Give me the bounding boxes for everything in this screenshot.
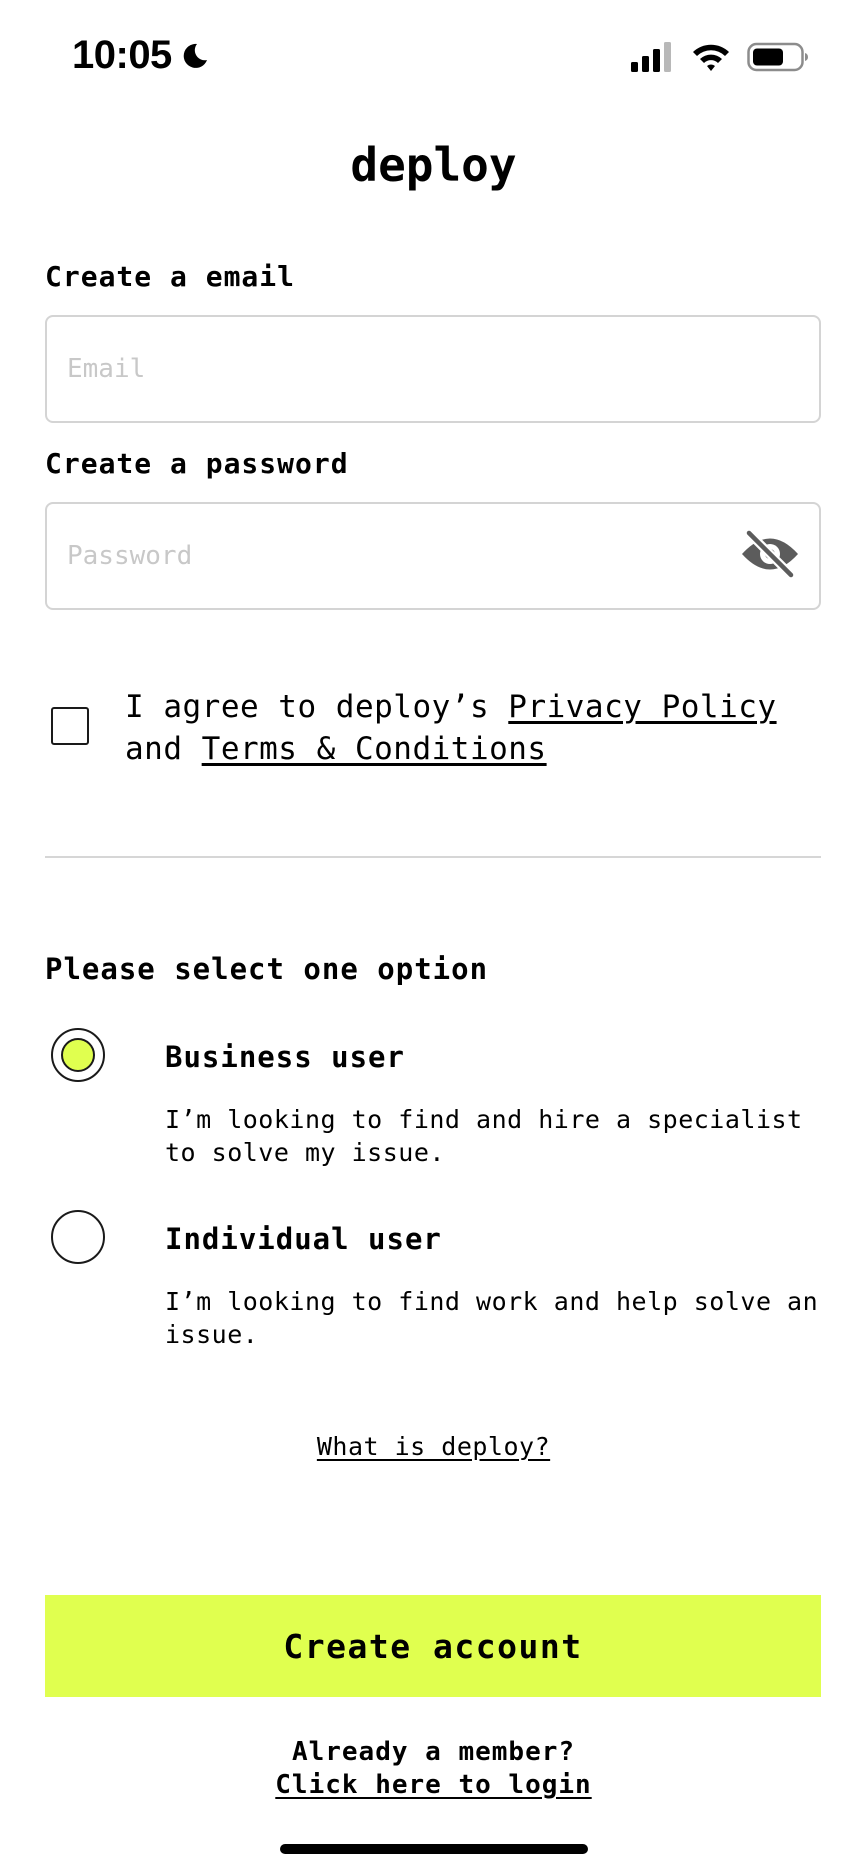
business-user-radio[interactable] [51, 1028, 105, 1082]
business-user-label[interactable]: Business user [165, 1040, 405, 1074]
create-account-button[interactable]: Create account [45, 1595, 821, 1697]
individual-user-label[interactable]: Individual user [165, 1222, 442, 1256]
login-link[interactable]: Click here to login [275, 1770, 591, 1800]
status-time: 10:05 [72, 33, 210, 78]
password-field-container [45, 502, 821, 610]
privacy-policy-link[interactable]: Privacy Policy [508, 689, 776, 725]
password-field[interactable] [47, 504, 707, 608]
radio-selected-dot [61, 1038, 95, 1072]
agreement-middle: and [125, 731, 202, 767]
moon-icon [180, 41, 210, 71]
what-is-deploy: What is deploy? [0, 1432, 867, 1461]
page-title: deploy [350, 138, 517, 192]
wifi-icon [691, 42, 731, 76]
terms-link[interactable]: Terms & Conditions [202, 731, 547, 767]
email-field-container [45, 315, 821, 423]
cellular-signal-icon [631, 42, 675, 76]
login-link-container: Click here to login [0, 1770, 867, 1800]
home-indicator [280, 1844, 588, 1854]
email-label: Create a email [45, 260, 296, 293]
eye-off-icon [739, 528, 801, 583]
divider [45, 856, 821, 858]
toggle-password-visibility-button[interactable] [739, 528, 801, 583]
user-type-title: Please select one option [45, 952, 489, 986]
individual-user-description: I’m looking to find work and help solve … [165, 1287, 819, 1349]
agreement-text: I agree to deploy’s Privacy Policy and T… [125, 686, 845, 770]
status-icons [631, 42, 809, 76]
battery-icon [747, 42, 809, 76]
password-label: Create a password [45, 447, 349, 480]
agreement-prefix: I agree to deploy’s [125, 689, 509, 725]
individual-user-radio[interactable] [51, 1210, 105, 1264]
business-user-description: I’m looking to find and hire a specialis… [165, 1105, 803, 1167]
signup-screen: 10:05 deploy Create a email Email Create… [0, 0, 867, 1875]
what-is-deploy-link[interactable]: What is deploy? [317, 1432, 550, 1461]
email-field[interactable] [47, 317, 707, 421]
agree-checkbox[interactable] [51, 707, 89, 745]
status-time-text: 10:05 [72, 33, 172, 77]
already-member-text: Already a member? [291, 1737, 576, 1767]
